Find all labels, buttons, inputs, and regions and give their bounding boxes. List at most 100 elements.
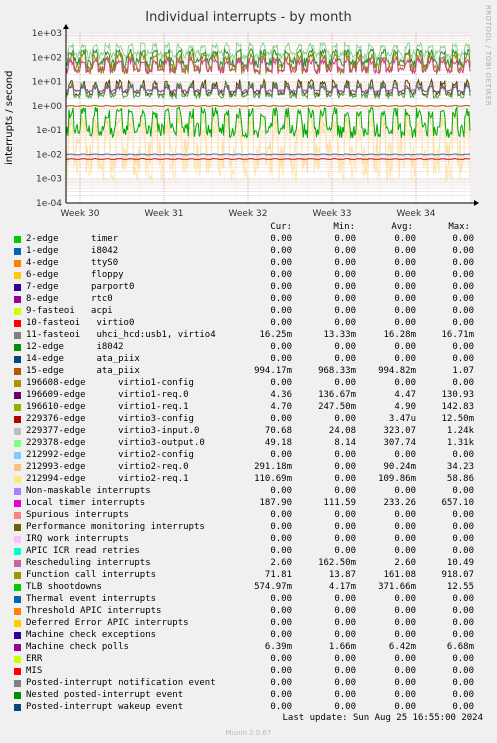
legend-min-value: 1.66m [328, 642, 356, 652]
legend-series-name: ERR [26, 654, 43, 664]
legend-row: Thermal event interrupts 0.00 0.00 0.00 0.00 [0, 594, 497, 606]
legend-min-value: 0.00 [334, 474, 356, 484]
legend-series-name: 4-edge ttyS0 [26, 258, 119, 268]
legend-avg-value: 0.00 [394, 318, 416, 328]
legend-max-value: 0.00 [452, 534, 474, 544]
legend-max-value: 0.00 [452, 702, 474, 712]
legend-avg-value: 0.00 [394, 234, 416, 244]
legend-swatch [14, 692, 21, 699]
legend-min-value: 0.00 [334, 486, 356, 496]
legend-series-name: Function call interrupts [26, 570, 157, 580]
legend-series-name: 2-edge timer [26, 234, 119, 244]
legend-series-name: 11-fasteoi uhci_hcd:usb1, virtio4 [26, 330, 216, 340]
legend-row: Nested posted-interrupt event 0.00 0.00 0.0… [0, 690, 497, 702]
legend-swatch [14, 416, 21, 423]
legend-series-name: 8-edge rtc0 [26, 294, 113, 304]
legend-avg-value: 0.00 [394, 510, 416, 520]
legend-cur-value: 70.68 [264, 426, 292, 436]
legend-row: 14-edge ata_piix 0.00 0.00 0.00 0.00 [0, 354, 497, 366]
y-tick-label: 1e+03 [32, 29, 62, 39]
legend-min-value: 136.67m [318, 390, 356, 400]
legend-row: ERR 0.00 0.00 0.00 0.00 [0, 654, 497, 666]
legend-avg-value: 0.00 [394, 654, 416, 664]
legend-max-value: 0.00 [452, 318, 474, 328]
legend-avg-value: 0.00 [394, 486, 416, 496]
legend-min-value: 0.00 [334, 318, 356, 328]
legend-series-name: 212993-edge virtio2-req.0 [26, 462, 189, 472]
legend-series-name: 229377-edge virtio3-input.0 [26, 426, 200, 436]
legend-cur-value: 0.00 [270, 486, 292, 496]
legend-max-value: 1.31k [446, 438, 474, 448]
legend-swatch [14, 572, 21, 579]
chart-plot: 1e+03 1e+02 1e+01 1e+00 1e-01 1e-02 1e-03 1e-04… [32, 24, 479, 219]
legend-row: 212993-edge virtio2-req.0 291.18m 0.00 90.2… [0, 462, 497, 474]
legend-max-value: 0.00 [452, 246, 474, 256]
legend-min-value: 0.00 [334, 630, 356, 640]
legend-max-value: 1.07 [452, 366, 474, 376]
legend-row: 196610-edge virtio1-req.1 4.70 247.50m 4.90… [0, 402, 497, 414]
legend-avg-value: 0.00 [394, 606, 416, 616]
legend-avg-value: 323.07 [383, 426, 416, 436]
legend-max-value: 0.00 [452, 234, 474, 244]
legend-series-name: Deferred Error APIC interrupts [26, 618, 189, 628]
x-tick-label: Week 31 [145, 209, 184, 219]
legend-avg-value: 0.00 [394, 258, 416, 268]
legend-cur-value: 0.00 [270, 450, 292, 460]
y-tick-label: 1e-04 [36, 199, 62, 209]
legend-swatch [14, 488, 21, 495]
legend-swatch [14, 296, 21, 303]
legend-cur-value: 0.00 [270, 618, 292, 628]
legend-series-name: 14-edge ata_piix [26, 354, 140, 364]
legend-max-value: 0.00 [452, 294, 474, 304]
legend-min-value: 0.00 [334, 342, 356, 352]
legend-row: Non-maskable interrupts 0.00 0.00 0.00 0.00 [0, 486, 497, 498]
legend-swatch [14, 452, 21, 459]
legend-row: 10-fasteoi virtio0 0.00 0.00 0.00 0.00 [0, 318, 497, 330]
legend-avg-value: 3.47u [388, 414, 416, 424]
legend-series-name: APIC ICR read retries [26, 546, 140, 556]
legend-min-value: 0.00 [334, 594, 356, 604]
legend-avg-value: 0.00 [394, 354, 416, 364]
legend-series-name: Spurious interrupts [26, 510, 129, 520]
legend-avg-value: 109.86m [378, 474, 416, 484]
legend-min-value: 24.08 [328, 426, 356, 436]
x-tick-label: Week 34 [397, 209, 436, 219]
legend-cur-value: 0.00 [270, 678, 292, 688]
legend-row: 15-edge ata_piix 994.17m 968.33m 994.82m 1.0… [0, 366, 497, 378]
legend-cur-value: 0.00 [270, 534, 292, 544]
legend-series-name: 12-edge i8042 [26, 342, 124, 352]
legend-series-name: 196609-edge virtio1-req.0 [26, 390, 189, 400]
legend-cur-value: 0.00 [270, 306, 292, 316]
legend-series-name: Thermal event interrupts [26, 594, 157, 604]
legend-row: 6-edge floppy 0.00 0.00 0.00 0.00 [0, 270, 497, 282]
last-update: Last update: Sun Aug 25 16:55:00 2024 [282, 713, 483, 723]
legend-row: Posted-interrupt notification event 0.00 0… [0, 678, 497, 690]
legend-min-value: 247.50m [318, 402, 356, 412]
legend-avg-value: 0.00 [394, 378, 416, 388]
legend-max-value: 0.00 [452, 270, 474, 280]
legend-min-value: 0.00 [334, 702, 356, 712]
legend-cur-value: 0.00 [270, 318, 292, 328]
legend-max-value: 0.00 [452, 606, 474, 616]
legend-series-name: 10-fasteoi virtio0 [26, 318, 135, 328]
legend-max-value: 918.07 [441, 570, 474, 580]
legend-swatch [14, 500, 21, 507]
legend-swatch [14, 428, 21, 435]
legend-swatch [14, 524, 21, 531]
legend-max-value: 142.83 [441, 402, 474, 412]
legend-series-name: IRQ work interrupts [26, 534, 129, 544]
legend-row: 229377-edge virtio3-input.0 70.68 24.08 323… [0, 426, 497, 438]
legend-swatch [14, 320, 21, 327]
legend-min-value: 0.00 [334, 246, 356, 256]
legend-avg-value: 0.00 [394, 342, 416, 352]
legend-avg-value: 0.00 [394, 618, 416, 628]
legend-max-value: 10.49 [446, 558, 474, 568]
legend-cur-value: 0.00 [270, 630, 292, 640]
legend-avg-value: 0.00 [394, 690, 416, 700]
legend-max-value: 130.93 [441, 390, 474, 400]
legend-avg-value: 0.00 [394, 546, 416, 556]
legend-row: Performance monitoring interrupts 0.00 0.0… [0, 522, 497, 534]
legend-avg-value: 0.00 [394, 666, 416, 676]
legend-min-value: 0.00 [334, 654, 356, 664]
legend-series-name: Posted-interrupt wakeup event [26, 702, 184, 712]
